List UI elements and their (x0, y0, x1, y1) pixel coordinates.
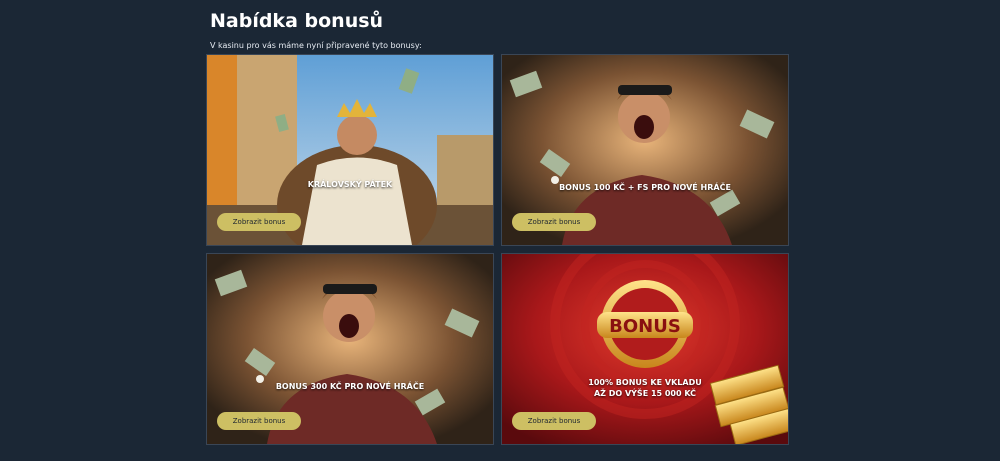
show-bonus-button[interactable]: Zobrazit bonus (217, 412, 301, 430)
card-title: KRÁLOVSKÝ PÁTEK (307, 180, 393, 189)
page-subtitle: V kasinu pro vás máme nyní připravené ty… (210, 41, 422, 50)
card-title-line1: 100% BONUS KE VKLADU (588, 378, 702, 387)
card-title: BONUS 100 Kč + FS PRO NOVÉ HRÁČE (559, 183, 731, 192)
bonus-card-deposit[interactable]: BONUS 100% BONUS KE VKLADU AŽ DO VÝŠE 15… (501, 253, 789, 445)
bonus-badge-text: BONUS (609, 316, 681, 337)
show-bonus-button[interactable]: Zobrazit bonus (512, 213, 596, 231)
page-title: Nabídka bonusů (210, 10, 384, 32)
card-title-line2: AŽ DO VÝŠE 15 000 Kč (593, 389, 697, 398)
bonus-card-kralovsky-patek[interactable]: KRÁLOVSKÝ PÁTEK Zobrazit bonus (206, 54, 494, 246)
show-bonus-button[interactable]: Zobrazit bonus (512, 412, 596, 430)
show-bonus-button[interactable]: Zobrazit bonus (217, 213, 301, 231)
bonus-card-300kc[interactable]: BONUS 300 Kč PRO NOVÉ HRÁČE Zobrazit bon… (206, 253, 494, 445)
card-title: BONUS 300 Kč PRO NOVÉ HRÁČE (275, 382, 425, 391)
bonus-card-100kc[interactable]: BONUS 100 Kč + FS PRO NOVÉ HRÁČE Zobrazi… (501, 54, 789, 246)
